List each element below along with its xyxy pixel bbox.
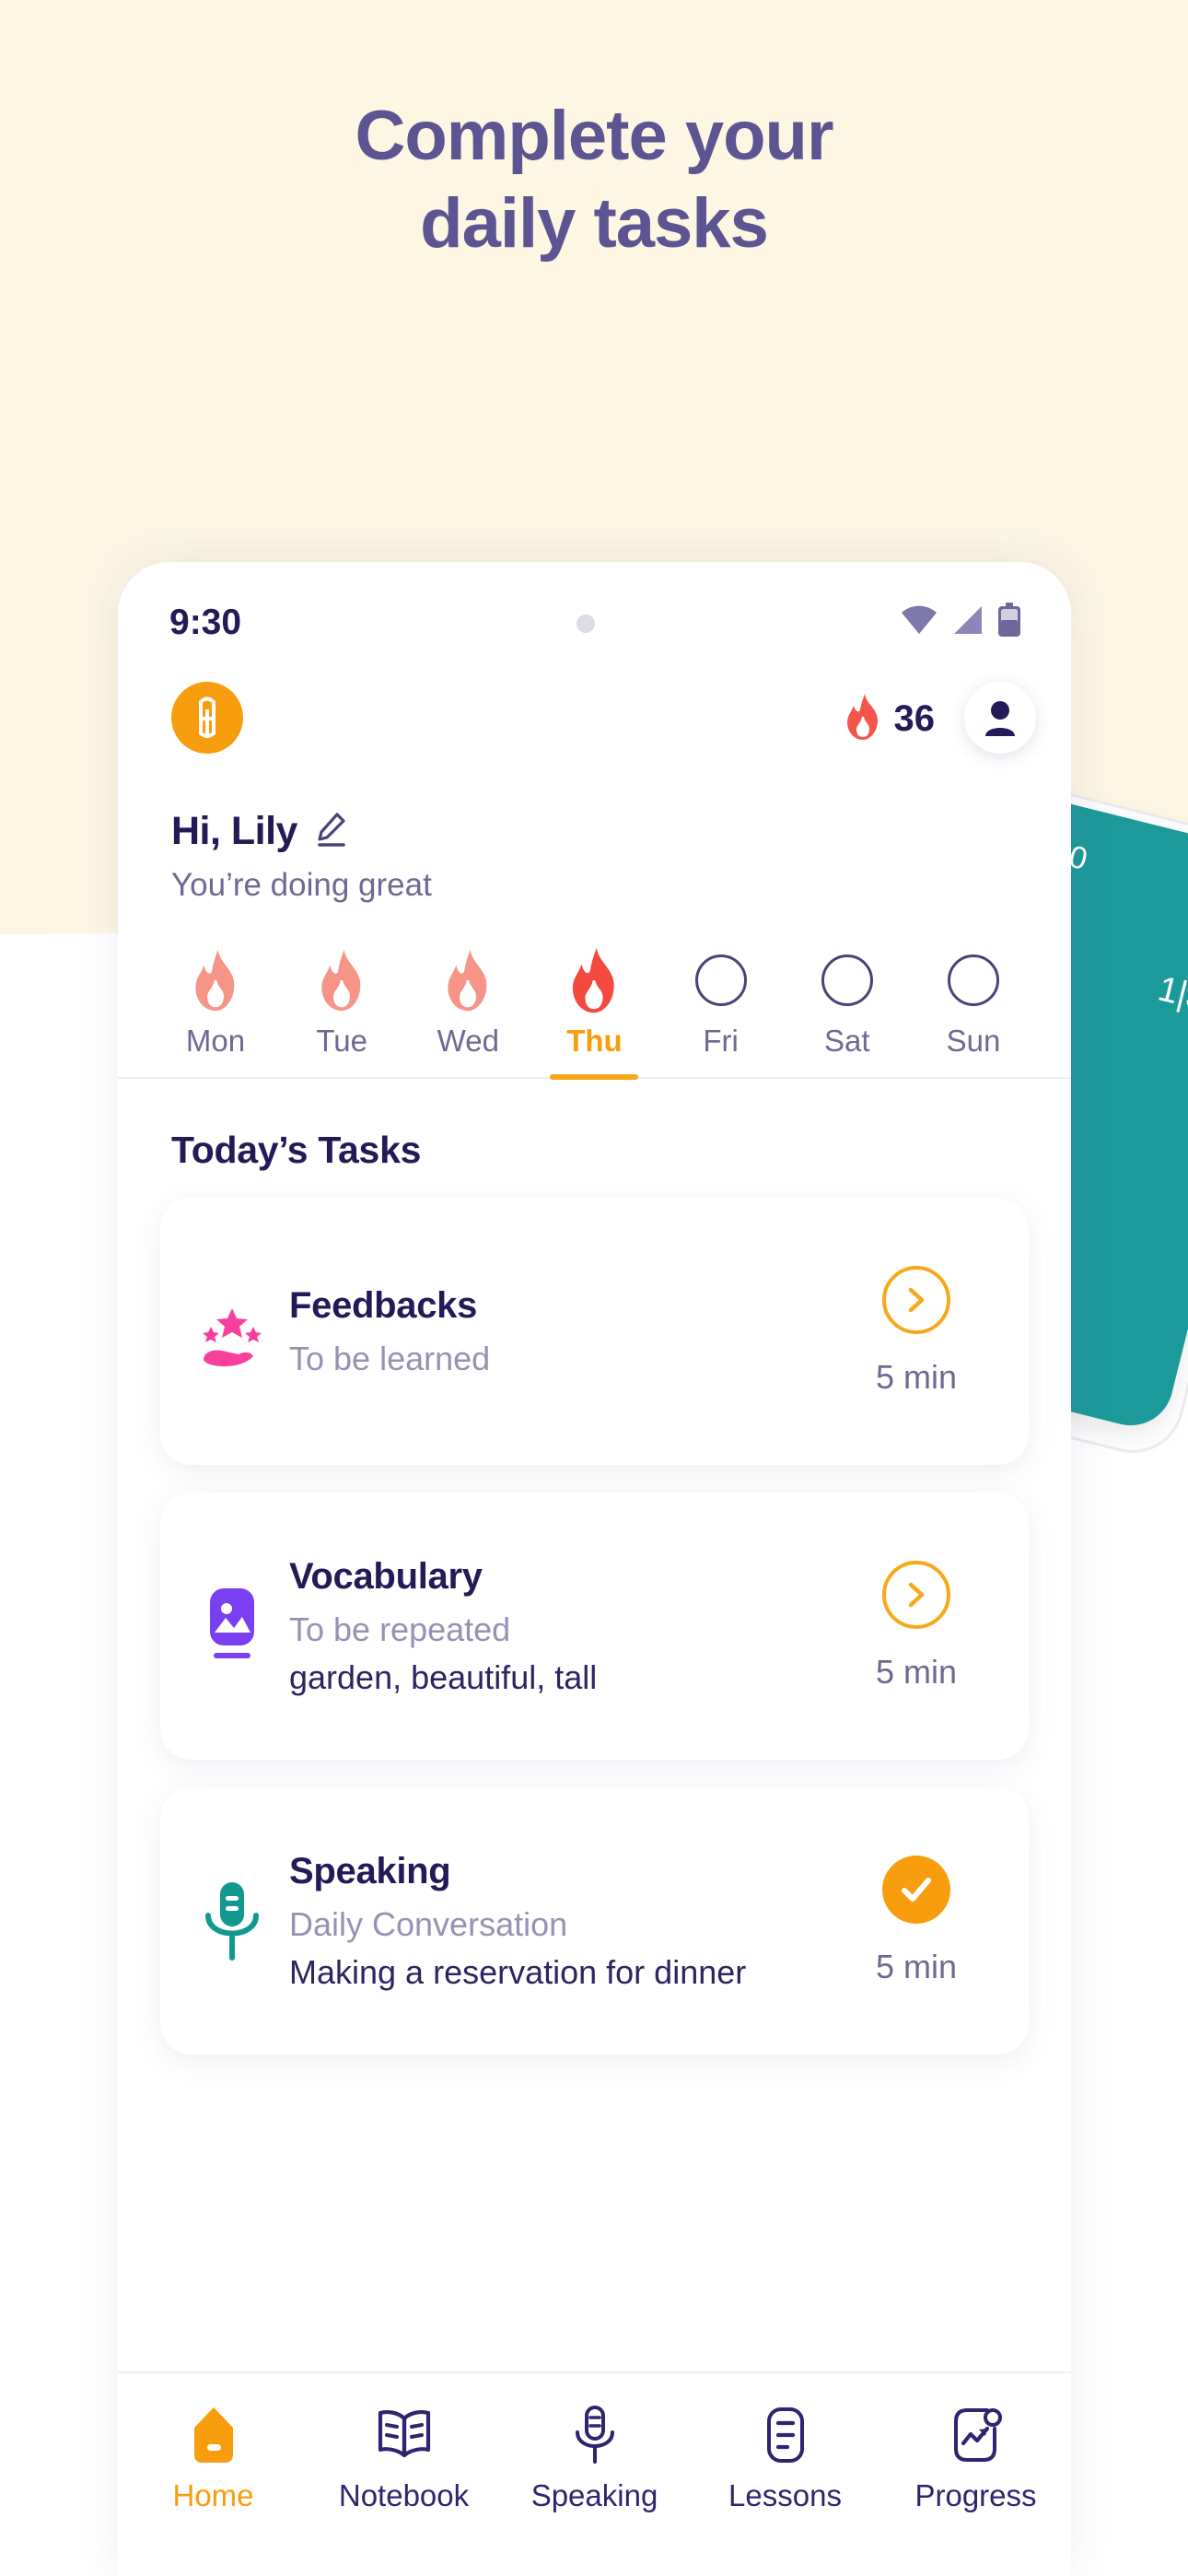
app-header: 36 <box>118 673 1071 792</box>
greeting-section: Hi, Lily You’re doing great <box>118 792 1071 904</box>
task-list: Feedbacks To be learned 5 min Vocabulary… <box>118 1198 1071 2055</box>
day-label: Thu <box>566 1024 623 1058</box>
day-fri[interactable]: Fri <box>664 943 778 1077</box>
nav-item-progress[interactable]: Progress <box>891 2401 1062 2513</box>
day-label: Fri <box>703 1024 739 1058</box>
task-subtitle: To be learned <box>289 1339 491 1377</box>
lesson-list-icon <box>700 2401 871 2469</box>
flame-icon <box>158 943 273 1018</box>
task-body: Speaking Daily Conversation Making a res… <box>280 1851 835 1992</box>
streak-count-value: 36 <box>893 698 936 739</box>
flame-icon <box>285 943 399 1018</box>
nav-label: Speaking <box>530 2478 658 2512</box>
status-bar-time: 9:30 <box>169 603 242 642</box>
headline-line-2: daily tasks <box>420 184 769 263</box>
nav-item-lessons[interactable]: Lessons <box>700 2401 871 2513</box>
app-logo-button[interactable] <box>171 682 243 754</box>
task-subtitle: To be repeated <box>289 1610 511 1648</box>
flame-icon <box>411 943 525 1018</box>
day-sat[interactable]: Sat <box>790 943 904 1077</box>
week-days: Mon Tue Wed Thu Fri Sat Sun <box>158 943 1031 1080</box>
nav-label: Lessons <box>728 2478 842 2512</box>
microphone-icon <box>184 1879 280 1963</box>
avatar[interactable] <box>964 682 1036 754</box>
task-title: Feedbacks <box>289 1284 478 1326</box>
person-icon <box>985 701 1015 736</box>
day-wed[interactable]: Wed <box>411 943 525 1077</box>
chevron-right-icon[interactable] <box>882 1266 950 1334</box>
app-logo-icon <box>199 697 215 738</box>
empty-circle-icon <box>916 943 1031 1018</box>
page-title: Complete your daily tasks <box>0 92 1188 267</box>
task-action-area: 5 min <box>835 1266 997 1397</box>
nav-item-speaking[interactable]: Speaking <box>509 2401 681 2513</box>
greeting-row: Hi, Lily <box>171 809 1018 854</box>
task-detail: garden, beautiful, tall <box>289 1657 598 1696</box>
greeting-subtitle: You’re doing great <box>171 867 432 903</box>
image-gallery-icon <box>184 1587 280 1666</box>
progress-chart-icon <box>891 2401 1062 2469</box>
week-streak-strip: Mon Tue Wed Thu Fri Sat Sun <box>118 943 1071 1080</box>
task-row[interactable]: Feedbacks To be learned 5 min <box>160 1198 1029 1465</box>
task-detail: Making a reservation for dinner <box>289 1952 747 1991</box>
day-label: Sun <box>946 1024 1001 1058</box>
check-icon[interactable] <box>882 1856 950 1924</box>
day-mon[interactable]: Mon <box>158 943 273 1077</box>
wifi-icon <box>900 605 938 639</box>
open-book-icon <box>319 2401 490 2469</box>
empty-circle-icon <box>790 943 904 1018</box>
secondary-phone-progress-fraction: 1|3 <box>1154 969 1188 1019</box>
battery-icon <box>997 603 1021 642</box>
task-subtitle: Daily Conversation <box>289 1904 568 1943</box>
nav-label: Progress <box>914 2478 1037 2512</box>
greeting-name: Hi, Lily <box>171 809 297 853</box>
streak-counter[interactable]: 36 <box>843 693 936 745</box>
day-label: Wed <box>437 1024 499 1058</box>
day-thu[interactable]: Thu <box>537 943 651 1080</box>
cellular-signal-icon <box>952 605 984 639</box>
nav-label: Notebook <box>338 2478 470 2512</box>
empty-circle-icon <box>664 943 778 1018</box>
task-duration: 5 min <box>875 1358 958 1396</box>
tasks-section-title: Today’s Tasks <box>171 1129 422 1171</box>
task-duration: 5 min <box>875 1948 958 1985</box>
status-bar-icons <box>900 603 1021 642</box>
flame-icon <box>537 943 651 1018</box>
task-title: Vocabulary <box>289 1555 483 1597</box>
nav-item-notebook[interactable]: Notebook <box>319 2401 490 2513</box>
day-label: Tue <box>316 1024 367 1058</box>
nav-item-home[interactable]: Home <box>128 2401 299 2513</box>
flame-icon <box>843 693 883 745</box>
status-bar: 9:30 <box>118 562 1071 673</box>
nav-label: Home <box>172 2478 254 2512</box>
pencil-edit-icon[interactable] <box>314 811 347 852</box>
day-sun[interactable]: Sun <box>916 943 1031 1077</box>
task-body: Feedbacks To be learned <box>280 1285 835 1378</box>
chevron-right-icon[interactable] <box>882 1561 950 1629</box>
headline-line-1: Complete your <box>355 97 833 175</box>
task-title: Speaking <box>289 1850 451 1891</box>
microphone-icon <box>509 2401 681 2469</box>
hand-stars-icon <box>184 1295 280 1367</box>
day-tue[interactable]: Tue <box>285 943 399 1077</box>
phone-mockup: 9:30 36 Hi, Lily You’re doing great Mon … <box>118 562 1071 2576</box>
task-body: Vocabulary To be repeated garden, beauti… <box>280 1556 835 1697</box>
day-label: Sat <box>824 1024 870 1058</box>
task-action-area: 5 min <box>835 1856 997 1986</box>
day-label: Mon <box>185 1024 246 1058</box>
front-camera-dot <box>577 615 595 633</box>
task-row[interactable]: Speaking Daily Conversation Making a res… <box>160 1787 1029 2055</box>
task-action-area: 5 min <box>835 1561 997 1692</box>
task-row[interactable]: Vocabulary To be repeated garden, beauti… <box>160 1493 1029 1760</box>
bottom-navigation: Home Notebook Speaking Lessons Progress <box>118 2371 1071 2576</box>
task-duration: 5 min <box>875 1653 958 1691</box>
home-icon <box>128 2401 299 2469</box>
